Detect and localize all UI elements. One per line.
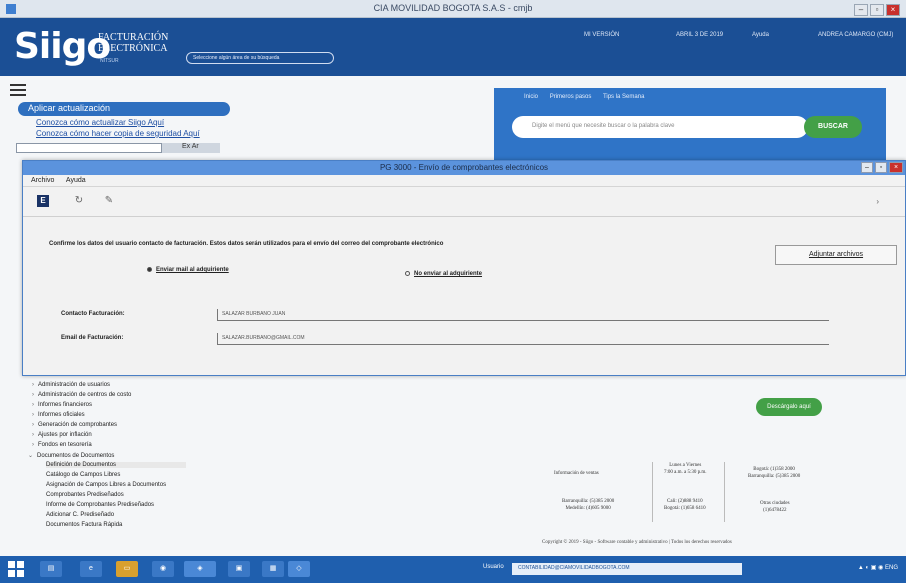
tree-item[interactable]: › Informes financieros xyxy=(32,402,92,408)
taskbar-app3-icon[interactable]: ◇ xyxy=(288,561,310,577)
logo-sub-line-2: ELECTRÓNICA xyxy=(98,43,168,54)
attach-files-button[interactable]: Adjuntar archivos xyxy=(775,245,897,265)
info-sales: Información de ventas xyxy=(554,471,599,476)
electronic-vouchers-dialog: PG 3000 - Envío de comprobantes electrón… xyxy=(22,160,906,376)
chevron-right-icon[interactable]: › xyxy=(876,197,879,206)
search-panel: Inicio Primeros pasos Tips la Semana Dig… xyxy=(494,88,886,162)
edit-icon[interactable]: ✎ xyxy=(103,195,115,207)
tree-item[interactable]: › Generación de comprobantes xyxy=(32,422,117,428)
system-tray[interactable]: ▲ ◐ ▣ ◉ ENG xyxy=(858,564,898,571)
tab-inicio[interactable]: Inicio xyxy=(524,94,538,100)
search-button[interactable]: BUSCAR xyxy=(804,116,862,138)
menu-archivo[interactable]: Archivo xyxy=(31,177,54,184)
app-header: Siigo FACTURACIÓN ELECTRÓNICA NITSUR Sel… xyxy=(0,4,906,76)
dialog-title: PG 3000 - Envío de comprobantes electrón… xyxy=(379,163,549,172)
tree-item-expanded[interactable]: ⌄ Documentos de Documentos xyxy=(28,452,114,459)
header-search-pill[interactable]: Seleccione algún área de su búsqueda xyxy=(186,52,334,64)
windows-start-icon[interactable] xyxy=(8,561,26,577)
apply-update-button[interactable]: Aplicar actualización xyxy=(18,102,230,116)
taskbar-folder-icon[interactable]: ▭ xyxy=(116,561,138,577)
siigo-logo: Siigo xyxy=(14,26,111,67)
tree-subitem[interactable]: Documentos Factura Rápida xyxy=(46,522,122,528)
taskbar: ▤ e ▭ ◉ ◈ ▣ ▦ ◇ Usuario CONTABILIDAD@CIA… xyxy=(0,556,906,583)
tree-item[interactable]: › Ajustes por inflación xyxy=(32,432,92,438)
tree-item[interactable]: › Fondos en tesorería xyxy=(32,442,92,448)
exit-icon[interactable]: E xyxy=(37,195,49,207)
email-field[interactable]: SALAZAR.BURBANO@GMAIL.COM xyxy=(217,333,829,345)
dialog-close-icon[interactable]: × xyxy=(889,162,903,173)
tree-subitem[interactable]: Catálogo de Campos Libres xyxy=(46,472,120,478)
left-input-extension: Ex Ar xyxy=(162,143,220,153)
menu-ayuda[interactable]: Ayuda xyxy=(66,177,86,184)
hamburger-menu-icon[interactable] xyxy=(10,84,26,99)
contact-field[interactable]: SALAZAR BURBANO JUAN xyxy=(217,309,829,321)
left-input[interactable] xyxy=(16,143,162,153)
taskbar-explorer-icon[interactable]: ▤ xyxy=(40,561,62,577)
radio-unselected-icon xyxy=(405,271,410,276)
dialog-window-controls: – ▫ × xyxy=(861,162,903,173)
dialog-title-bar: PG 3000 - Envío de comprobantes electrón… xyxy=(23,161,905,175)
radio-send-label: Enviar mail al adquiriente xyxy=(156,267,229,274)
divider xyxy=(724,462,725,522)
taskbar-siigo-icon[interactable]: ◈ xyxy=(184,561,216,577)
radio-send-mail[interactable]: Enviar mail al adquiriente xyxy=(147,267,229,273)
logo-subtitle: FACTURACIÓN ELECTRÓNICA xyxy=(98,32,168,54)
refresh-icon[interactable]: ↻ xyxy=(73,195,85,207)
dialog-toolbar: E ↻ ✎ › xyxy=(23,187,905,217)
email-label: Email de Facturación: xyxy=(61,335,124,341)
window-title-bar: CIA MOVILIDAD BOGOTA S.A.S - cmjb xyxy=(0,0,906,18)
close-icon[interactable]: × xyxy=(886,4,900,16)
tree-subitem[interactable]: Comprobantes Prediseñados xyxy=(46,492,124,498)
maximize-icon[interactable]: ▫ xyxy=(870,4,884,16)
window-title: CIA MOVILIDAD BOGOTA S.A.S - cmjb xyxy=(373,3,533,13)
tree-subitem[interactable]: Adicionar C. Prediseñado xyxy=(46,512,114,518)
tree-item[interactable]: › Informes oficiales xyxy=(32,412,85,418)
download-button[interactable]: Descárgalo aquí xyxy=(756,398,822,416)
menu-version[interactable]: MI VERSIÓN xyxy=(584,32,619,38)
info-phones-1: Bogotá: (1)358 2000 Barranquilla: (5)385 … xyxy=(748,467,801,479)
window-controls: – ▫ × xyxy=(854,4,900,16)
menu-date[interactable]: ABRIL 3 DE 2019 xyxy=(676,32,723,38)
radio-selected-icon xyxy=(147,267,152,272)
taskbar-chrome-icon[interactable]: ◉ xyxy=(152,561,174,577)
copyright: Copyright © 2019 - Siigo - Software cont… xyxy=(542,540,732,545)
tree-subitem-selected[interactable]: Definición de Documentos xyxy=(46,462,186,468)
instructions-text: Confirme los datos del usuario contacto … xyxy=(49,241,444,247)
tree-subitem[interactable]: Informe de Comprobantes Prediseñados xyxy=(46,502,154,508)
minimize-icon[interactable]: – xyxy=(854,4,868,16)
menu-user[interactable]: ANDREA CAMARGO (CMJ) xyxy=(818,32,893,38)
info-phones-2: Barranquilla: (5)385 2000 Medellín: (4)60… xyxy=(562,499,615,511)
user-email: CONTABILIDAD@CIAMOVILIDADBOGOTA.COM xyxy=(512,563,742,575)
info-other-cities: Otras ciudades (1)6478422 xyxy=(760,501,790,513)
search-input[interactable]: Digite el menú que necesite buscar o la … xyxy=(512,116,808,138)
taskbar-ie-icon[interactable]: e xyxy=(80,561,102,577)
logo-sub-line-1: FACTURACIÓN xyxy=(98,32,169,43)
taskbar-app-icon[interactable]: ▣ xyxy=(228,561,250,577)
dialog-minimize-icon[interactable]: – xyxy=(861,162,873,173)
info-hours: Lunes a Viernes 7:00 a.m. a 5:30 p.m. xyxy=(664,463,707,475)
user-label: Usuario xyxy=(483,564,504,570)
update-link[interactable]: Conozca cómo actualizar Siigo Aquí xyxy=(36,118,164,127)
dialog-menu-bar: Archivo Ayuda xyxy=(23,175,905,187)
taskbar-app2-icon[interactable]: ▦ xyxy=(262,561,284,577)
radio-nosend-label: No enviar al adquiriente xyxy=(414,271,483,278)
tree-item[interactable]: › Administración de centros de costo xyxy=(32,392,131,398)
logo-tagline: NITSUR xyxy=(100,58,119,64)
search-tabs: Inicio Primeros pasos Tips la Semana xyxy=(524,94,654,100)
divider xyxy=(652,462,653,522)
info-phones-3: Cali: (2)888 9410 Bogotá: (1)658 6410 xyxy=(664,499,706,511)
contact-label: Contacto Facturación: xyxy=(61,311,125,317)
tree-subitem[interactable]: Asignación de Campos Libres a Documentos xyxy=(46,482,166,488)
tree-item[interactable]: › Administración de usuarios xyxy=(32,382,110,388)
menu-help[interactable]: Ayuda xyxy=(752,32,769,38)
backup-link[interactable]: Conozca cómo hacer copia de seguridad Aq… xyxy=(36,129,200,138)
tab-primeros-pasos[interactable]: Primeros pasos xyxy=(550,94,592,100)
tab-tips[interactable]: Tips la Semana xyxy=(603,94,644,100)
radio-no-send[interactable]: No enviar al adquiriente xyxy=(405,271,482,277)
dialog-maximize-icon[interactable]: ▫ xyxy=(875,162,887,173)
